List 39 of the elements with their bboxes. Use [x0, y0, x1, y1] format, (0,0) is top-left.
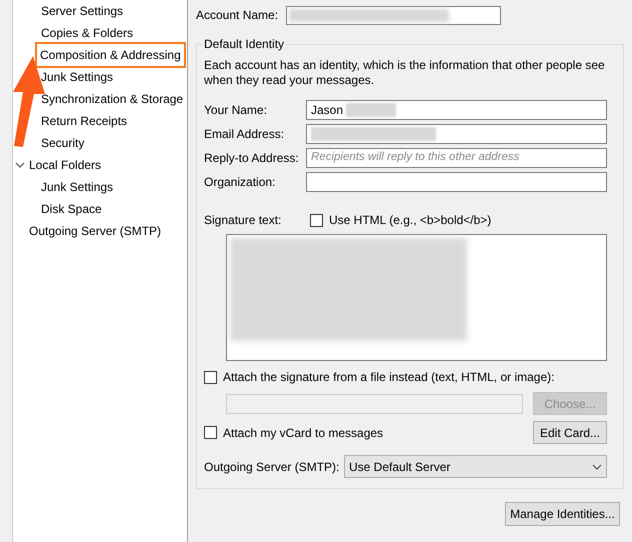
sidebar-item[interactable]: Synchronization & Storage — [40, 90, 184, 108]
sidebar-item[interactable]: Security — [40, 134, 86, 152]
checkbox[interactable] — [204, 370, 217, 384]
sidebar-item[interactable]: Local Folders — [28, 156, 102, 174]
field-label: Reply-to Address: — [204, 150, 300, 167]
input-field[interactable]: Jason — [306, 100, 607, 120]
field-label: Signature text: — [204, 212, 282, 229]
field-placeholder: Recipients will reply to this other address — [311, 150, 520, 166]
sidebar-item[interactable]: Junk Settings — [40, 68, 114, 86]
field-label: Organization: — [204, 174, 276, 191]
field-label: Email Address: — [204, 126, 286, 143]
group-title: Default Identity — [203, 37, 286, 51]
description-text: Each account has an identity, which is the information that other people see when they read your messages. — [204, 58, 606, 88]
chevron-down-icon[interactable] — [15, 160, 25, 170]
checkbox[interactable] — [310, 214, 323, 226]
sidebar-item[interactable]: Server Settings — [40, 2, 124, 20]
sidebar-item[interactable]: Disk Space — [40, 200, 103, 218]
account-name-field[interactable] — [286, 6, 501, 24]
field-value: Jason — [311, 102, 344, 119]
field-label: Account Name: — [196, 7, 280, 24]
file-path-field[interactable] — [226, 394, 523, 414]
manage-identities-button[interactable]: Manage Identities... — [505, 502, 620, 526]
signature-text-area[interactable] — [226, 234, 607, 361]
sidebar-item[interactable]: Outgoing Server (SMTP) — [28, 222, 162, 240]
input-field[interactable] — [306, 172, 607, 192]
checkbox-label: Attach the signature from a file instead (text, HTML, or image): — [223, 369, 554, 386]
checkbox-label: Use HTML (e.g., <b>bold</b>) — [329, 212, 492, 229]
sidebar-item[interactable]: Composition & Addressing — [35, 42, 186, 68]
chevron-down-icon — [592, 464, 602, 470]
edit-card-button[interactable]: Edit Card... — [533, 421, 607, 444]
server-dropdown[interactable]: Use Default Server — [344, 455, 607, 478]
sidebar-item[interactable]: Junk Settings — [40, 178, 114, 196]
sidebar-item[interactable]: Return Receipts — [40, 112, 128, 130]
field-label: Your Name: — [204, 102, 268, 119]
checkbox[interactable] — [204, 426, 217, 439]
field-label: Outgoing Server (SMTP): — [204, 458, 340, 476]
input-field[interactable] — [306, 124, 607, 144]
sidebar-item[interactable]: Copies & Folders — [40, 24, 134, 42]
checkbox-label: Attach my vCard to messages — [223, 424, 384, 442]
